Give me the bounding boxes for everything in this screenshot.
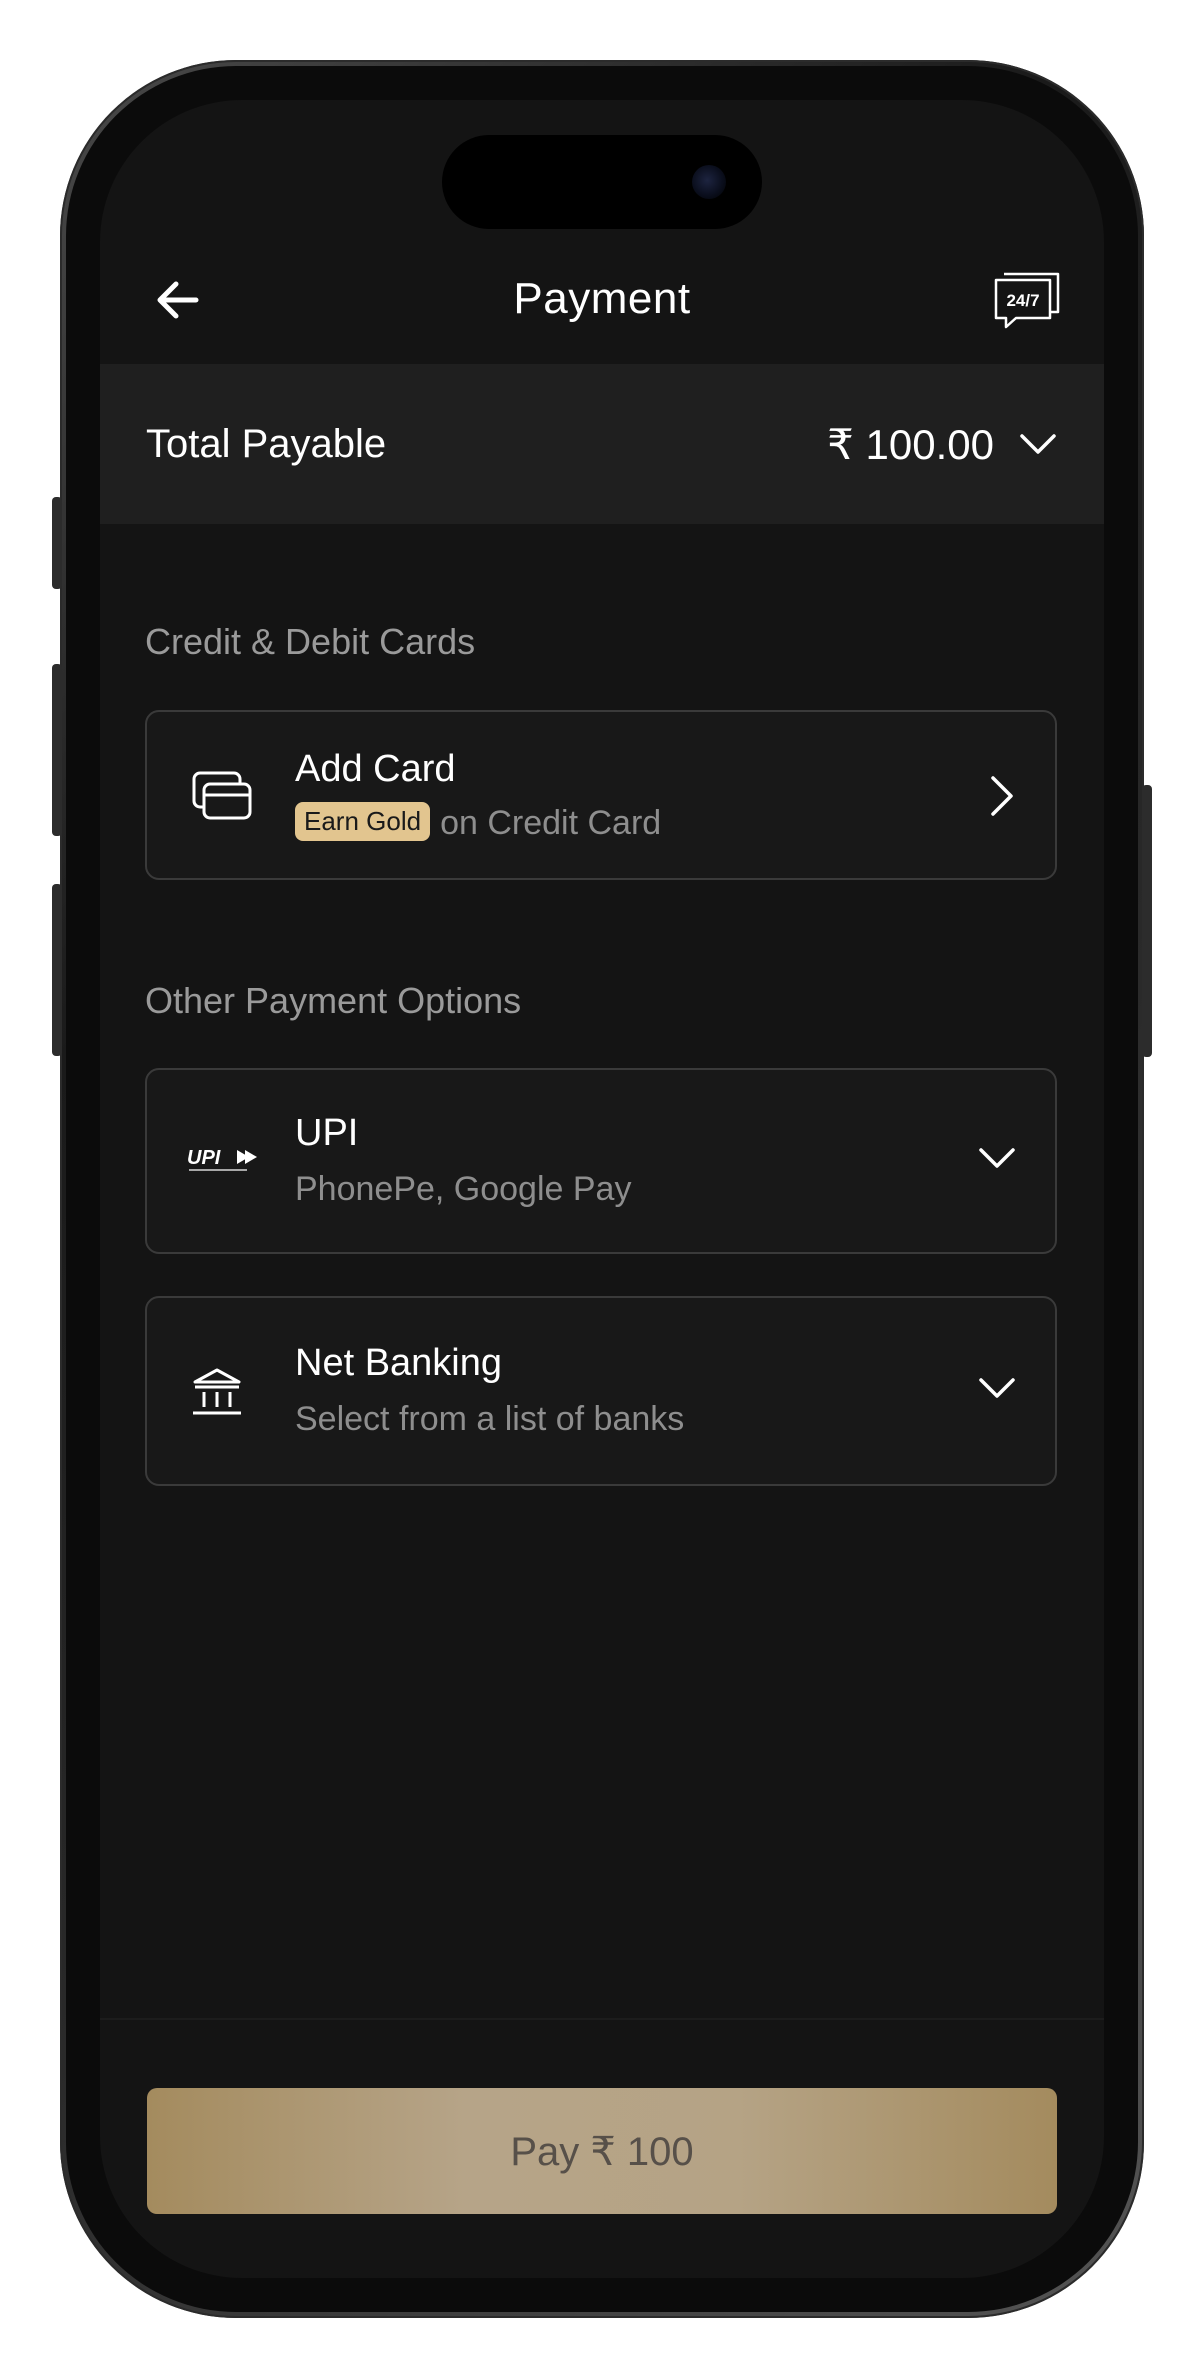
add-card-subtitle: Earn Gold on Credit Card xyxy=(295,802,661,843)
total-payable-bar[interactable]: Total Payable ₹ 100.00 xyxy=(100,364,1104,524)
chevron-down-icon xyxy=(979,1378,1015,1398)
add-card-subtitle-text: on Credit Card xyxy=(440,804,662,842)
chevron-down-icon[interactable] xyxy=(1018,428,1058,458)
other-options-section-title: Other Payment Options xyxy=(145,980,522,1021)
pay-button[interactable]: Pay ₹ 100 xyxy=(147,2088,1057,2214)
bottom-divider xyxy=(100,2018,1104,2020)
page-title: Payment xyxy=(513,274,691,323)
chevron-down-icon xyxy=(979,1148,1015,1168)
cards-section-title: Credit & Debit Cards xyxy=(145,621,476,662)
credit-card-icon xyxy=(192,771,252,820)
add-card-option[interactable]: Add Card Earn Gold on Credit Card xyxy=(145,710,1057,880)
phone-volume-up-button xyxy=(52,664,62,836)
upi-logo-icon: UPI xyxy=(187,1147,257,1171)
dynamic-island xyxy=(442,135,762,229)
app-screen: Payment 24/7 Total Payable ₹ 100.00 Cred… xyxy=(100,100,1104,2278)
svg-text:UPI: UPI xyxy=(187,1147,221,1169)
phone-side-button xyxy=(52,497,62,589)
earn-gold-badge: Earn Gold xyxy=(295,802,431,841)
net-banking-title: Net Banking xyxy=(295,1342,503,1384)
support-button[interactable]: 24/7 xyxy=(992,268,1062,330)
upi-subtitle: PhonePe, Google Pay xyxy=(295,1170,632,1208)
net-banking-option[interactable]: Net Banking Select from a list of banks xyxy=(145,1296,1057,1486)
upi-option[interactable]: UPI UPI PhonePe, Google Pay xyxy=(145,1068,1057,1254)
net-banking-subtitle: Select from a list of banks xyxy=(295,1400,685,1438)
svg-text:24/7: 24/7 xyxy=(1006,291,1039,310)
bank-icon xyxy=(193,1368,241,1415)
front-camera xyxy=(692,165,726,199)
chevron-right-icon xyxy=(991,776,1013,816)
upi-title: UPI xyxy=(295,1112,359,1154)
phone-volume-down-button xyxy=(52,884,62,1056)
add-card-title: Add Card xyxy=(295,748,456,790)
app-header: Payment 24/7 xyxy=(100,250,1104,346)
total-payable-label: Total Payable xyxy=(146,422,387,466)
total-payable-amount: ₹ 100.00 xyxy=(827,421,994,468)
phone-power-button xyxy=(1142,785,1152,1057)
support-24-7-icon: 24/7 xyxy=(994,272,1060,329)
